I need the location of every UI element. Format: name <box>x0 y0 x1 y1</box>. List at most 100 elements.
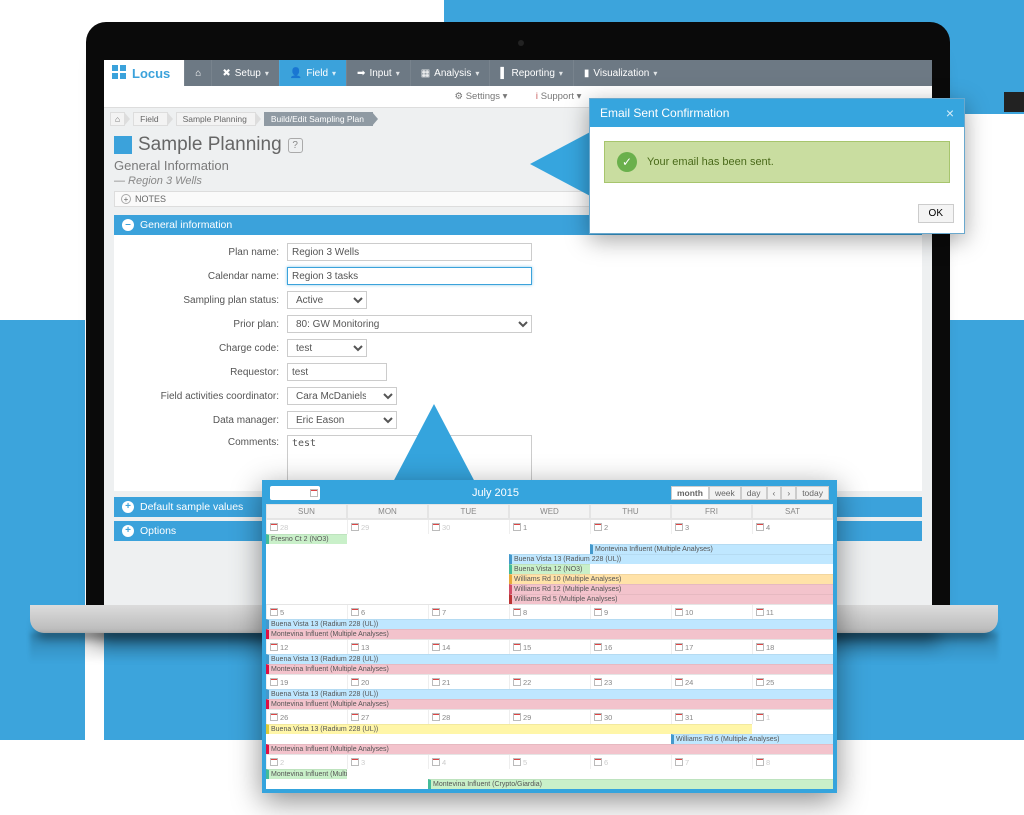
calendar-day-cell[interactable]: 19 <box>266 675 347 689</box>
calendar-event[interactable]: Fresno Ct 2 (NO3) <box>266 534 347 544</box>
calendar-day-cell[interactable]: 30 <box>590 710 671 724</box>
calendar-event[interactable]: Buena Vista 13 (Radium 228 (UL)) <box>266 654 833 664</box>
calendar-day-cell[interactable]: 24 <box>671 675 752 689</box>
calendar-day-cell[interactable]: 6 <box>590 755 671 769</box>
calendar-day-cell[interactable]: 8 <box>752 755 833 769</box>
calendar-day-cell[interactable]: 3 <box>671 520 752 534</box>
calendar-day-cell[interactable]: 10 <box>671 605 752 619</box>
nav-visualization[interactable]: ▮ Visualization ▾ <box>573 60 668 86</box>
calendar-event[interactable]: Williams Rd 12 (Multiple Analyses) <box>509 584 833 594</box>
calendar-day-cell[interactable]: 2 <box>590 520 671 534</box>
calendar-day-cell[interactable]: 11 <box>752 605 833 619</box>
select-data-manager[interactable]: Eric Eason <box>287 411 397 429</box>
calendar-day-cell[interactable]: 4 <box>428 755 509 769</box>
calendar-day-cell[interactable]: 18 <box>752 640 833 654</box>
calendar-day-cell[interactable]: 20 <box>347 675 428 689</box>
calendar-day-cell[interactable]: 2 <box>266 755 347 769</box>
nav-analysis[interactable]: ▦ Analysis ▾ <box>410 60 490 86</box>
calendar-day-cell[interactable]: 29 <box>347 520 428 534</box>
calendar-icon <box>270 523 278 531</box>
calendar-event[interactable]: Montevina Influent (Multiple Analyses) <box>266 744 833 754</box>
calendar-event[interactable]: Montevina Influent (Multiple Analyses) <box>266 699 833 709</box>
calendar-event[interactable]: Buena Vista 13 (Radium 228 (UL)) <box>266 724 752 734</box>
calendar-day-cell[interactable]: 15 <box>509 640 590 654</box>
calendar-day-cell[interactable]: 12 <box>266 640 347 654</box>
input-plan-name[interactable] <box>287 243 532 261</box>
calendar-day-cell[interactable]: 3 <box>347 755 428 769</box>
calendar-day-cell[interactable]: 7 <box>428 605 509 619</box>
calendar-event[interactable]: Montevina Influent (Multiple Analyses) <box>266 629 833 639</box>
calendar-event[interactable]: Buena Vista 12 (NO3) <box>509 564 590 574</box>
dow-cell: SUN <box>266 504 347 519</box>
calendar-day-cell[interactable]: 5 <box>266 605 347 619</box>
expand-icon: + <box>122 501 134 513</box>
calendar-day-cell[interactable]: 31 <box>671 710 752 724</box>
calendar-day-cell[interactable]: 17 <box>671 640 752 654</box>
calendar-day-cell[interactable]: 7 <box>671 755 752 769</box>
calendar-event[interactable]: Buena Vista 13 (Radium 228 (UL)) <box>509 554 833 564</box>
calendar-day-cell[interactable]: 4 <box>752 520 833 534</box>
calendar-day-cell[interactable]: 23 <box>590 675 671 689</box>
calendar-event[interactable]: Williams Rd 6 (Multiple Analyses) <box>671 734 833 744</box>
calendar-day-cell[interactable]: 5 <box>509 755 590 769</box>
next-button[interactable]: › <box>781 486 796 500</box>
nav-input[interactable]: ➡ Input ▾ <box>346 60 410 86</box>
select-field-coord[interactable]: Cara McDaniels <box>287 387 397 405</box>
select-sampling-status[interactable]: Active <box>287 291 367 309</box>
calendar-icon <box>594 713 602 721</box>
calendar-day-cell[interactable]: 8 <box>509 605 590 619</box>
check-icon: ✓ <box>617 152 637 172</box>
calendar-event[interactable]: Montevina Influent (Crypto/Giardia) <box>428 779 833 789</box>
calendar-day-cell[interactable]: 16 <box>590 640 671 654</box>
support-link[interactable]: i Support ▾ <box>535 91 581 102</box>
input-requestor[interactable] <box>287 363 387 381</box>
help-icon[interactable]: ? <box>288 138 303 153</box>
view-day-button[interactable]: day <box>741 486 767 500</box>
nav-reporting[interactable]: ▌ Reporting ▾ <box>489 60 572 86</box>
breadcrumb-home[interactable]: ⌂ <box>110 112 125 126</box>
calendar-day-cell[interactable]: 28 <box>428 710 509 724</box>
calendar-event[interactable]: Buena Vista 13 (Radium 228 (UL)) <box>266 689 833 699</box>
calendar-day-cell[interactable]: 22 <box>509 675 590 689</box>
calendar-event[interactable]: Montevina Influent (Multiple Analyses) <box>266 769 347 779</box>
calendar-day-cell[interactable]: 6 <box>347 605 428 619</box>
calendar-day-cell[interactable]: 28 <box>266 520 347 534</box>
breadcrumb-item[interactable]: Build/Edit Sampling Plan <box>264 112 373 126</box>
calendar-event[interactable]: Montevina Influent (Multiple Analyses) <box>590 544 833 554</box>
calendar-day-cell[interactable]: 26 <box>266 710 347 724</box>
calendar-date-picker[interactable] <box>270 486 320 500</box>
breadcrumb-item[interactable]: Sample Planning <box>176 112 256 126</box>
view-month-button[interactable]: month <box>671 486 709 500</box>
calendar-day-cell[interactable]: 29 <box>509 710 590 724</box>
today-button[interactable]: today <box>796 486 829 500</box>
chevron-down-icon: ▾ <box>265 69 269 78</box>
nav-setup[interactable]: ✖ Setup ▾ <box>211 60 279 86</box>
view-week-button[interactable]: week <box>709 486 741 500</box>
calendar-day-cell[interactable]: 21 <box>428 675 509 689</box>
calendar-day-cell[interactable]: 30 <box>428 520 509 534</box>
calendar-event[interactable]: Montevina Influent (Multiple Analyses) <box>266 664 833 674</box>
calendar-day-cell[interactable]: 27 <box>347 710 428 724</box>
calendar-day-cell[interactable]: 13 <box>347 640 428 654</box>
close-icon[interactable]: × <box>946 105 954 121</box>
ok-button[interactable]: OK <box>918 204 954 223</box>
input-calendar-name[interactable] <box>287 267 532 285</box>
calendar-icon <box>675 758 683 766</box>
calendar-day-cell[interactable]: 9 <box>590 605 671 619</box>
settings-link[interactable]: ⚙ Settings ▾ <box>455 91 508 102</box>
calendar-day-cell[interactable]: 14 <box>428 640 509 654</box>
calendar-event[interactable]: Williams Rd 10 (Multiple Analyses) <box>509 574 833 584</box>
calendar-day-cell[interactable]: 1 <box>752 710 833 724</box>
calendar-event[interactable]: Buena Vista 13 (Radium 228 (UL)) <box>266 619 833 629</box>
breadcrumb-item[interactable]: Field <box>133 112 167 126</box>
select-prior-plan[interactable]: 80: GW Monitoring <box>287 315 532 333</box>
select-charge-code[interactable]: test <box>287 339 367 357</box>
nav-home[interactable]: ⌂ <box>184 60 211 86</box>
calendar-day-cell[interactable]: 1 <box>509 520 590 534</box>
calendar-day-cell[interactable]: 25 <box>752 675 833 689</box>
nav-field[interactable]: 👤 Field ▾ <box>279 60 346 86</box>
prev-button[interactable]: ‹ <box>767 486 782 500</box>
calendar-event[interactable]: Williams Rd 5 (Multiple Analyses) <box>509 594 833 604</box>
day-number: 10 <box>685 608 693 617</box>
dow-cell: SAT <box>752 504 833 519</box>
